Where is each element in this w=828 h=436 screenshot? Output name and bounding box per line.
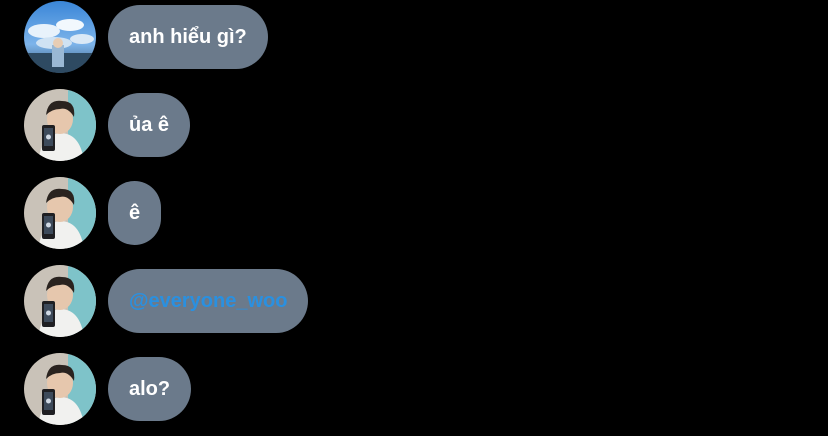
- message-bubble[interactable]: ủa ê: [108, 93, 191, 157]
- mention-message-bubble[interactable]: @everyone_woo: [108, 269, 309, 333]
- selfie-avatar[interactable]: [24, 89, 96, 161]
- selfie-avatar[interactable]: [24, 265, 96, 337]
- message-row: ủa ê: [24, 89, 191, 161]
- sky-photo-avatar[interactable]: [24, 1, 96, 73]
- message-bubble[interactable]: alo?: [108, 357, 192, 421]
- message-row: @everyone_woo: [24, 265, 309, 337]
- message-bubble[interactable]: ê: [108, 181, 162, 245]
- selfie-avatar[interactable]: [24, 177, 96, 249]
- chat-thread: anh hiểu gì? ủa ê ê @everyone_woo alo?: [0, 0, 828, 436]
- message-row: anh hiểu gì?: [24, 1, 268, 73]
- message-row: ê: [24, 177, 162, 249]
- selfie-avatar[interactable]: [24, 353, 96, 425]
- message-row: alo?: [24, 353, 192, 425]
- message-bubble[interactable]: anh hiểu gì?: [108, 5, 268, 69]
